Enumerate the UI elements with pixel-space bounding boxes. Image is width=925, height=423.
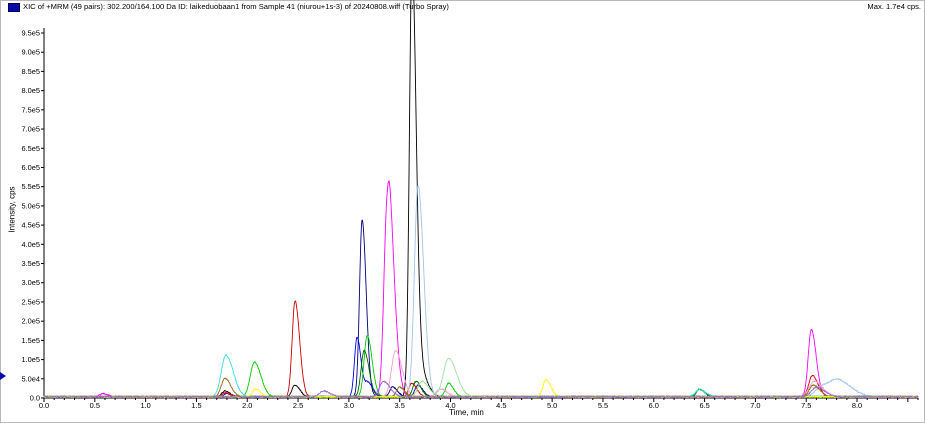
series-line <box>43 336 919 398</box>
series-line <box>43 349 919 398</box>
y-tick-label: 6.0e5 <box>22 163 41 172</box>
x-tick-label: 7.0 <box>750 401 760 410</box>
y-tick-label: 5.0e5 <box>22 201 41 210</box>
series-line <box>43 180 919 398</box>
y-tick-label: 7.5e5 <box>22 105 41 114</box>
x-tick-label: 6.5 <box>699 401 709 410</box>
y-tick-label: 5.0e4 <box>22 374 41 383</box>
x-tick-label: 5.0 <box>547 401 557 410</box>
x-tick-label: 2.5 <box>293 401 303 410</box>
y-tick-label: 8.5e5 <box>22 67 41 76</box>
x-tick-label: 3.5 <box>395 401 405 410</box>
x-tick-label: 1.5 <box>191 401 201 410</box>
series-line <box>43 335 919 398</box>
series-line <box>43 354 919 398</box>
x-tick-label: 4.0 <box>445 401 455 410</box>
x-tick-label: 0.0 <box>39 401 49 410</box>
y-tick-label: 6.5e5 <box>22 144 41 153</box>
y-tick-label: 4.5e5 <box>22 221 41 230</box>
y-tick-label: 2.5e5 <box>22 297 41 306</box>
x-tick-label: 4.5 <box>496 401 506 410</box>
y-tick-label: 7.0e5 <box>22 125 41 134</box>
x-tick-label: 3.0 <box>344 401 354 410</box>
y-tick-label: 8.0e5 <box>22 86 41 95</box>
x-tick-label: 0.5 <box>90 401 100 410</box>
x-tick-label: 5.5 <box>598 401 608 410</box>
series-line <box>43 185 919 398</box>
series-line <box>43 219 919 398</box>
y-tick-label: 9.0e5 <box>22 48 41 57</box>
y-tick-label: 2.0e5 <box>22 317 41 326</box>
y-tick-label: 1.5e5 <box>22 336 41 345</box>
series-line <box>43 0 919 398</box>
y-tick-label: 5.5e5 <box>22 182 41 191</box>
series-line <box>43 380 919 398</box>
x-tick-label: 1.0 <box>140 401 150 410</box>
chromatogram-plot[interactable]: 0.0 5.0e4 1.0e5 1.5e5 2.0e5 2.5e5 3.0e5 3.5e5 4.… <box>0 0 925 423</box>
x-tick-label: 8.0 <box>852 401 862 410</box>
y-tick-label: 3.0e5 <box>22 278 41 287</box>
y-axis-marker[interactable] <box>0 372 6 380</box>
y-tick-label: 1.0e5 <box>22 355 41 364</box>
series-line <box>43 377 919 398</box>
y-tick-label: 4.0e5 <box>22 240 41 249</box>
y-tick-label: 3.5e5 <box>22 259 41 268</box>
y-tick-label: 9.5e5 <box>22 29 41 38</box>
series-line <box>43 349 919 398</box>
x-tick-label: 6.0 <box>649 401 659 410</box>
x-tick-label: 7.5 <box>801 401 811 410</box>
x-tick-label: 2.0 <box>242 401 252 410</box>
series-line <box>43 300 919 398</box>
series-line <box>43 357 919 398</box>
series-line <box>43 378 919 398</box>
